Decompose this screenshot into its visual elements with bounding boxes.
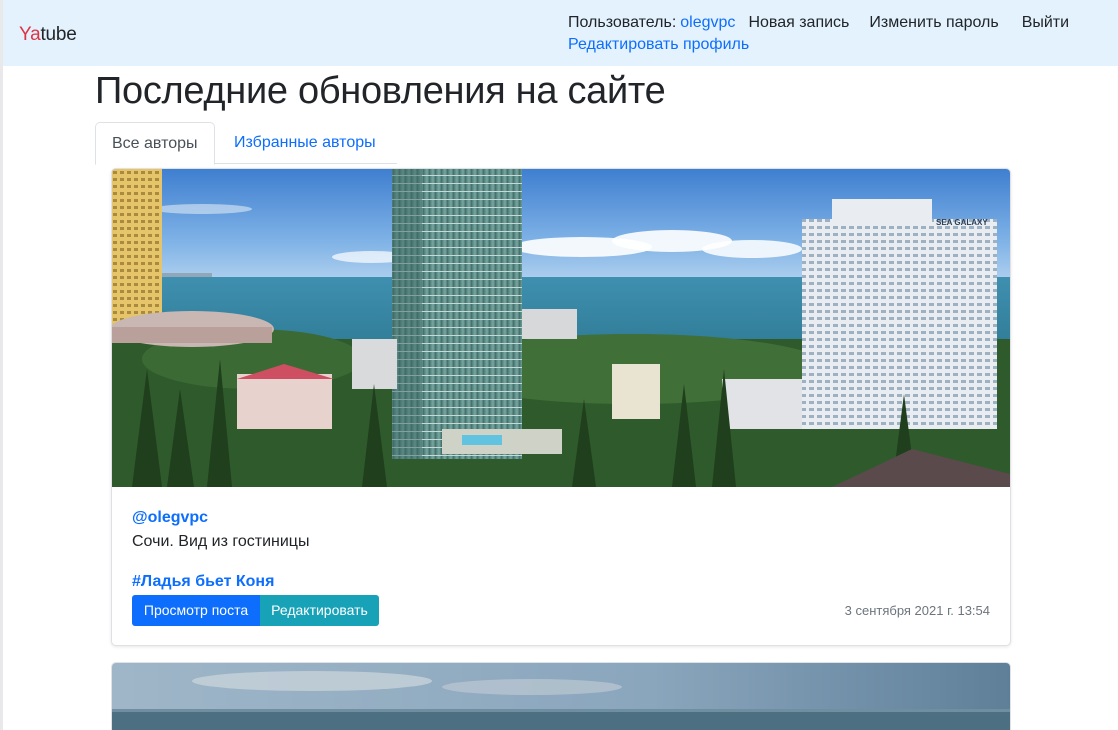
- post-image-partial[interactable]: [112, 663, 1010, 730]
- edit-post-button[interactable]: Редактировать: [260, 595, 379, 626]
- page-title: Последние обновления на сайте: [95, 70, 666, 112]
- brand-accent: Ya: [19, 24, 41, 45]
- post-image[interactable]: SEA GALAXY: [112, 169, 1010, 487]
- logout-link[interactable]: Выйти: [1022, 14, 1069, 32]
- tab-all-authors[interactable]: Все авторы: [95, 122, 215, 165]
- user-name-link[interactable]: olegvpc: [680, 14, 735, 32]
- post-card-partial: [111, 662, 1011, 730]
- post-author-link[interactable]: @olegvpc: [132, 509, 208, 527]
- change-password-link[interactable]: Изменить пароль: [869, 14, 998, 32]
- view-post-button[interactable]: Просмотр поста: [132, 595, 260, 626]
- new-post-link[interactable]: Новая запись: [748, 14, 849, 32]
- edit-profile-link[interactable]: Редактировать профиль: [568, 36, 749, 54]
- window-edge: [0, 0, 3, 730]
- tab-favorite-authors[interactable]: Избранные авторы: [218, 122, 392, 164]
- brand-rest: tube: [40, 24, 77, 45]
- post-text: Сочи. Вид из гостиницы: [132, 533, 310, 550]
- author-tabs: Все авторы Избранные авторы: [95, 122, 397, 165]
- hotel-sign: SEA GALAXY: [936, 218, 988, 227]
- navbar: Yatube Пользователь: olegvpc Новая запис…: [3, 0, 1118, 66]
- user-label: Пользователь:: [568, 14, 677, 31]
- nav-links: Пользователь: olegvpc Новая запись Измен…: [568, 12, 1069, 34]
- post-date: 3 сентября 2021 г. 13:54: [844, 603, 990, 618]
- post-group-link[interactable]: #Ладья бьет Коня: [132, 573, 274, 591]
- post-card: SEA GALAXY @olegvpc Сочи. Вид из гостини…: [111, 168, 1011, 646]
- brand-logo[interactable]: Yatube: [19, 24, 77, 46]
